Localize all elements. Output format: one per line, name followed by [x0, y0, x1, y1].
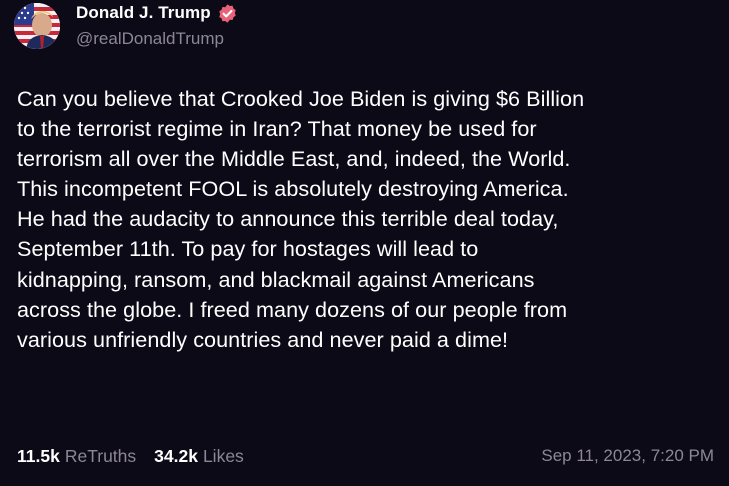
likes-count: 34.2k — [154, 445, 198, 466]
post-body-line: This incompetent FOOL is absolutely dest… — [17, 176, 569, 202]
post-body-line: terrorism all over the Middle East, and,… — [17, 146, 571, 172]
post-body-line: various unfriendly countries and never p… — [17, 326, 509, 352]
avatar[interactable] — [14, 3, 60, 49]
post-footer: 11.5k ReTruths 34.2k Likes Sep 11, 2023,… — [17, 444, 714, 468]
post-body-line: to the terrorist regime in Iran? That mo… — [17, 116, 537, 142]
likes-label: Likes — [202, 445, 244, 466]
display-name[interactable]: Donald J. Trump — [76, 3, 211, 23]
post-timestamp[interactable]: Sep 11, 2023, 7:20 PM — [541, 446, 714, 466]
post-body: Can you believe that Crooked Joe Biden i… — [17, 84, 717, 355]
post-body-line: September 11th. To pay for hostages will… — [17, 236, 479, 262]
display-name-row: Donald J. Trump — [76, 1, 238, 25]
post-header: Donald J. Trump @realDonaldTrump — [14, 3, 238, 49]
author-handle[interactable]: @realDonaldTrump — [76, 29, 238, 49]
avatar-image — [14, 3, 60, 49]
retruths-count: 11.5k — [17, 445, 60, 466]
verified-badge-icon — [217, 3, 238, 24]
post-body-line: kidnapping, ransom, and blackmail agains… — [17, 266, 535, 292]
author-names: Donald J. Trump @realDonaldTrump — [76, 1, 238, 49]
likes-stat[interactable]: 34.2k Likes — [154, 446, 244, 467]
post-body-line: across the globe. I freed many dozens of… — [17, 296, 568, 322]
truth-post: Donald J. Trump @realDonaldTrump Can you… — [0, 0, 729, 486]
post-body-line: He had the audacity to announce this ter… — [17, 206, 559, 232]
retruths-stat[interactable]: 11.5k ReTruths — [17, 446, 136, 467]
post-body-line: Can you believe that Crooked Joe Biden i… — [17, 86, 585, 111]
retruths-label: ReTruths — [64, 445, 137, 466]
